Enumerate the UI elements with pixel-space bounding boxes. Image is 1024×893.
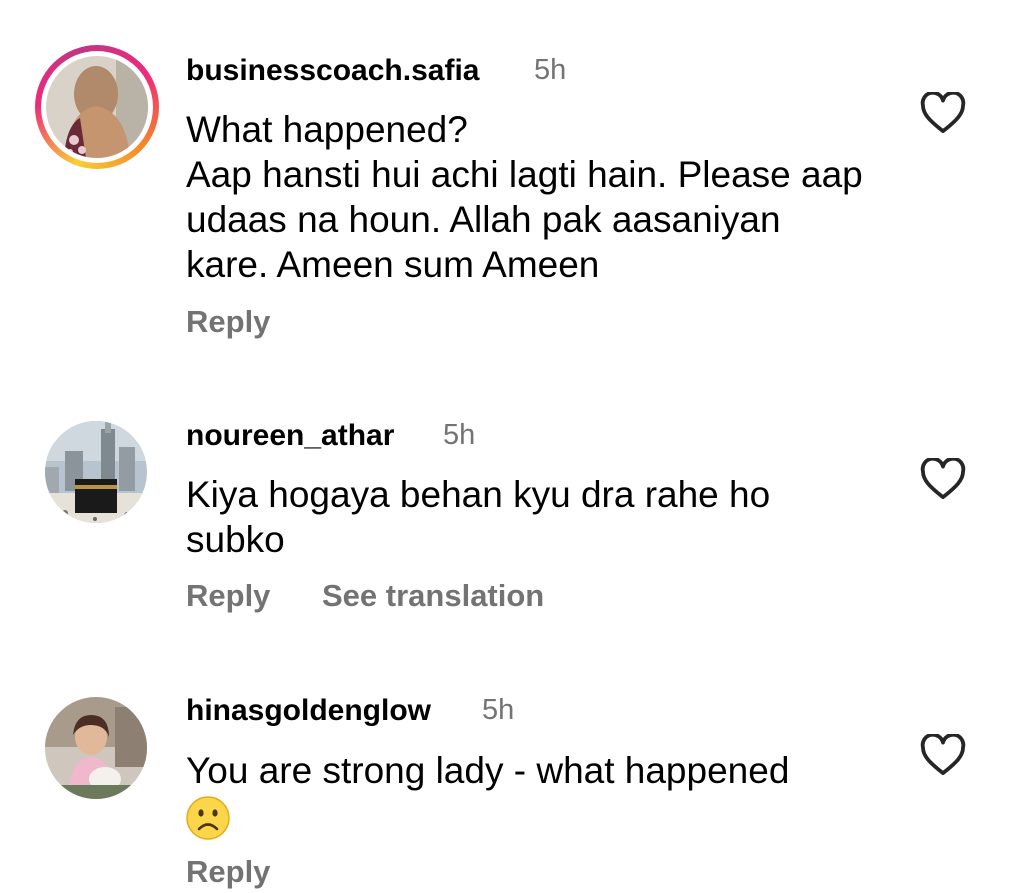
comment-item: hinasgoldenglow 5h You are strong lady -… [0,0,1024,893]
reply-button[interactable]: Reply [186,854,270,890]
comment-text: You are strong lady - what happened [186,750,790,791]
avatar[interactable] [45,697,147,799]
comment-timestamp: 5h [482,694,515,726]
heart-outline-icon[interactable] [920,734,966,776]
frowning-face-icon [186,796,230,840]
comment-username[interactable]: hinasgoldenglow [186,694,431,728]
